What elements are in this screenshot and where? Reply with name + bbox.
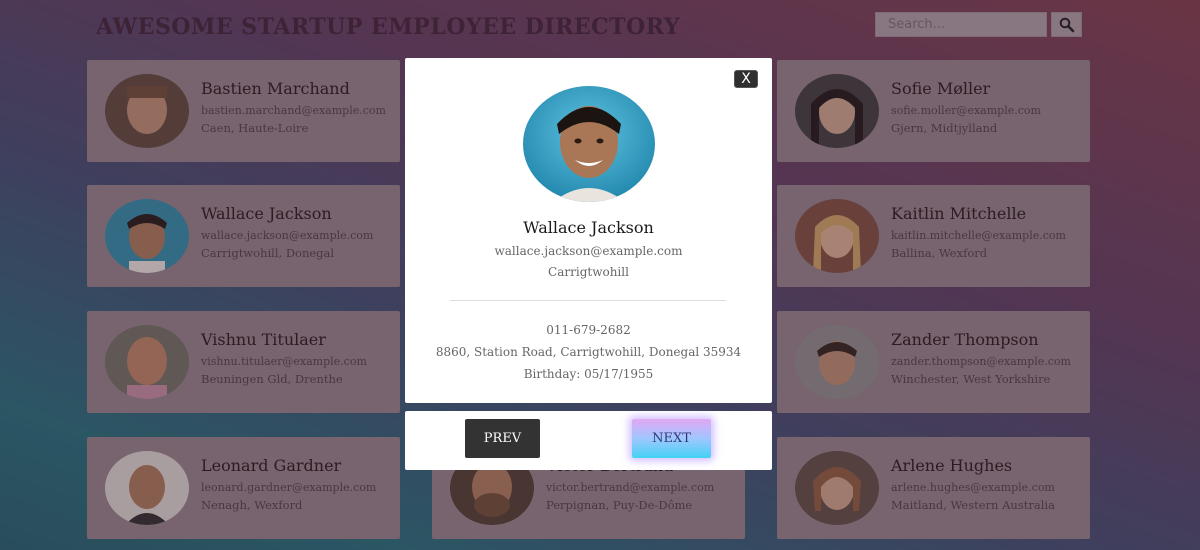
modal-name: Wallace Jackson	[523, 218, 654, 237]
employee-modal: X Wallace Jackson wallace.jackson@exampl…	[405, 58, 772, 403]
close-button[interactable]: X	[734, 70, 758, 88]
modal-city: Carrigtwohill	[548, 265, 629, 279]
modal-address: 8860, Station Road, Carrigtwohill, Doneg…	[435, 345, 742, 359]
modal-birthday: Birthday: 05/17/1955	[523, 367, 654, 381]
modal-nav: PREV NEXT	[405, 411, 772, 470]
modal-avatar	[523, 86, 655, 202]
modal-phone: 011-679-2682	[546, 323, 631, 337]
divider	[450, 300, 726, 301]
modal-email: wallace.jackson@example.com	[494, 244, 683, 258]
prev-button[interactable]: PREV	[465, 419, 540, 458]
next-button[interactable]: NEXT	[632, 419, 711, 458]
